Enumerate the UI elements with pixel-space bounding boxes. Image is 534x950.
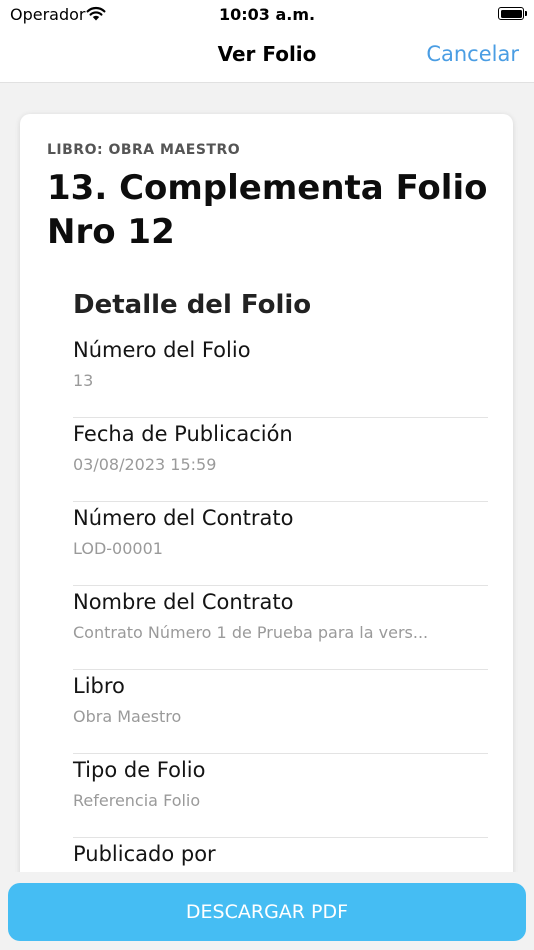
folio-title: 13. Complementa Folio Nro 12 bbox=[47, 168, 488, 252]
row-label: Nombre del Contrato bbox=[73, 590, 294, 614]
detail-row-folio-number: Número del Folio 13 bbox=[73, 334, 488, 418]
detail-row-contract-number: Número del Contrato LOD-00001 bbox=[73, 502, 488, 586]
download-pdf-button[interactable]: DESCARGAR PDF bbox=[8, 883, 526, 941]
row-value: Obra Maestro bbox=[73, 707, 182, 726]
folio-card: LIBRO: OBRA MAESTRO 13. Complementa Foli… bbox=[20, 114, 513, 894]
row-label: Fecha de Publicación bbox=[73, 422, 293, 446]
row-label: Tipo de Folio bbox=[73, 758, 206, 782]
bottom-bar: DESCARGAR PDF bbox=[0, 872, 534, 950]
row-label: Número del Contrato bbox=[73, 506, 294, 530]
cancel-button[interactable]: Cancelar bbox=[426, 42, 519, 66]
row-value: 13 bbox=[73, 371, 94, 390]
status-time: 10:03 a.m. bbox=[218, 5, 316, 24]
battery-icon bbox=[498, 7, 527, 20]
row-value: Referencia Folio bbox=[73, 791, 201, 810]
row-label: Libro bbox=[73, 674, 125, 698]
detail-row-book: Libro Obra Maestro bbox=[73, 670, 488, 754]
row-label: Publicado por bbox=[73, 842, 216, 866]
detail-row-publication-date: Fecha de Publicación 03/08/2023 15:59 bbox=[73, 418, 488, 502]
row-label: Número del Folio bbox=[73, 338, 251, 362]
detail-list: Número del Folio 13 Fecha de Publicación… bbox=[73, 334, 488, 894]
status-bar: Operador 10:03 a.m. bbox=[0, 0, 534, 30]
section-title: Detalle del Folio bbox=[73, 290, 312, 320]
detail-row-contract-name: Nombre del Contrato Contrato Número 1 de… bbox=[73, 586, 488, 670]
navigation-bar: Ver Folio Cancelar bbox=[0, 30, 534, 83]
row-value: Contrato Número 1 de Prueba para la vers… bbox=[73, 623, 429, 642]
row-value: LOD-00001 bbox=[73, 539, 163, 558]
detail-row-folio-type: Tipo de Folio Referencia Folio bbox=[73, 754, 488, 838]
book-label: LIBRO: OBRA MAESTRO bbox=[47, 142, 241, 158]
row-value: 03/08/2023 15:59 bbox=[73, 455, 217, 474]
